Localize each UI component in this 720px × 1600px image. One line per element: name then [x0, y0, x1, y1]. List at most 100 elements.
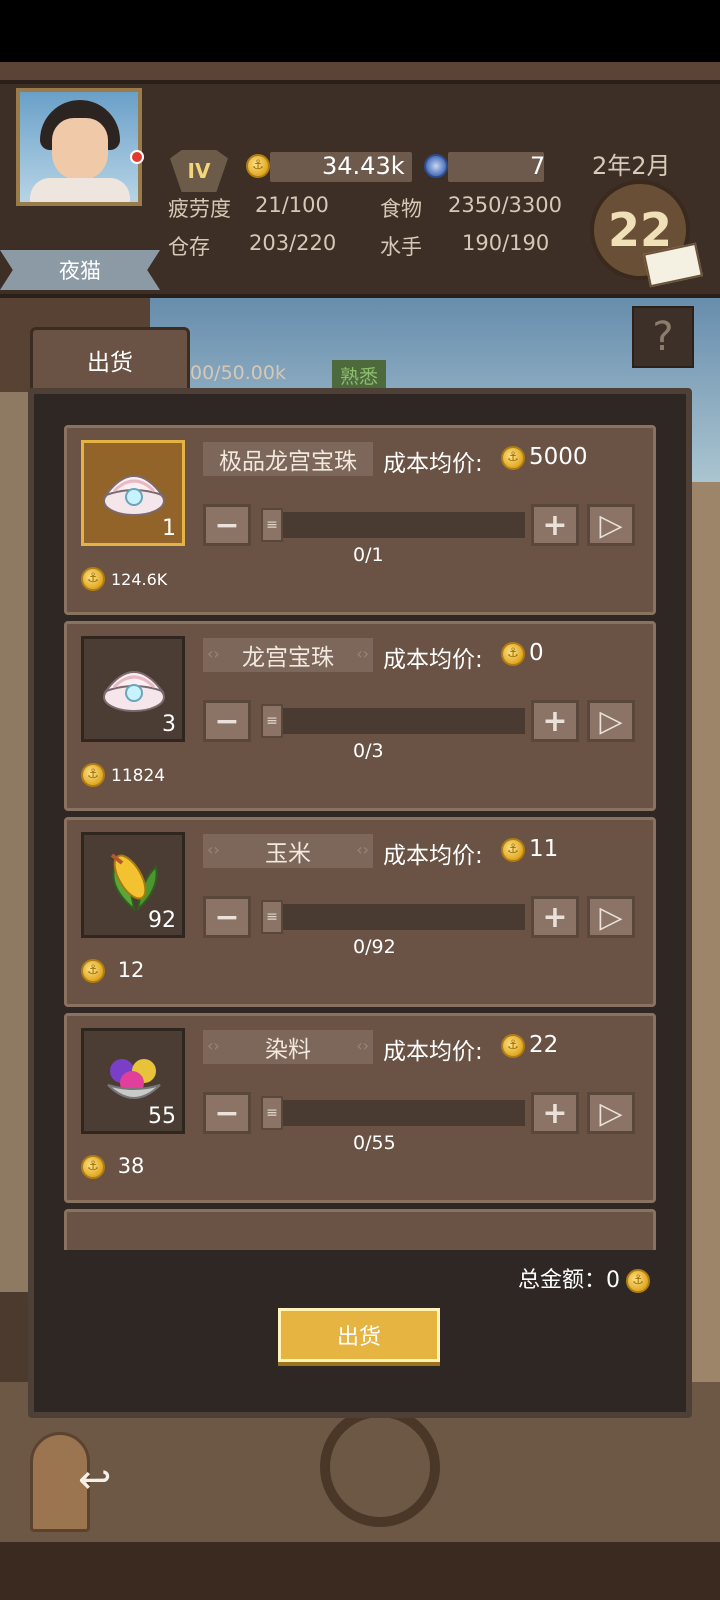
quantity-slider[interactable]	[261, 708, 525, 734]
item-slot[interactable]: 3	[81, 636, 185, 742]
avg-cost-label: 成本均价:	[383, 647, 483, 673]
item-slot[interactable]: 55	[81, 1028, 185, 1134]
avg-cost-label: 成本均价:	[383, 1039, 483, 1065]
fatigue-label: 疲劳度	[168, 197, 231, 221]
selected-count: 0/3	[353, 740, 384, 762]
quantity-slider[interactable]	[261, 512, 525, 538]
slider-handle[interactable]: ≡	[261, 508, 283, 542]
item-qty: 92	[148, 908, 176, 933]
coin-icon	[81, 763, 105, 787]
item-price: 124.6K	[81, 566, 167, 591]
slider-handle[interactable]: ≡	[261, 900, 283, 934]
item-price-value: 124.6K	[111, 570, 168, 589]
item-list[interactable]: 1 124.6K 极品龙宫宝珠 成本均价: 5000 − ≡ + ▷ 0/1 3…	[64, 425, 656, 1250]
avg-cost-label: 成本均价:	[383, 451, 483, 477]
gem-icon	[424, 154, 448, 178]
max-button[interactable]: ▷	[587, 1092, 635, 1134]
decrease-button[interactable]: −	[203, 504, 251, 546]
coin-icon	[501, 445, 525, 470]
increase-button[interactable]: +	[531, 504, 579, 546]
item-name: 极品龙宫宝珠	[203, 442, 373, 476]
shell-pearl-icon	[103, 671, 165, 712]
item-qty: 3	[162, 712, 176, 737]
item-name: ‹› 龙宫宝珠 ‹›	[203, 638, 373, 672]
increase-button[interactable]: +	[531, 1092, 579, 1134]
help-button[interactable]: ?	[632, 306, 694, 368]
coin-icon	[81, 1155, 105, 1179]
storage-value: 203/220	[249, 231, 337, 255]
item-name: ‹› 玉米 ‹›	[203, 834, 373, 868]
item-name-text: 玉米	[265, 841, 311, 867]
item-slot[interactable]: 92	[81, 832, 185, 938]
avatar[interactable]	[16, 88, 142, 206]
avg-cost-number: 22	[529, 1032, 559, 1058]
coin-icon	[501, 1033, 525, 1058]
dye-icon	[107, 1059, 161, 1099]
list-item: 1 124.6K 极品龙宫宝珠 成本均价: 5000 − ≡ + ▷ 0/1	[64, 425, 656, 615]
list-item: 3 11824 ‹›龙宫宝珠‹› 成本均价: 0 − ≡ + ▷ 0/3	[64, 621, 656, 811]
item-qty: 55	[148, 1104, 176, 1129]
item-price-value: 11824	[111, 766, 166, 786]
decrease-button[interactable]: −	[203, 1092, 251, 1134]
selected-count: 0/1	[353, 544, 384, 566]
increase-button[interactable]: +	[531, 896, 579, 938]
item-name-text: 极品龙宫宝珠	[219, 449, 357, 475]
fatigue-value: 21/100	[255, 193, 329, 217]
ship-wheel-decor	[320, 1407, 440, 1527]
slider-handle[interactable]: ≡	[261, 704, 283, 738]
max-button[interactable]: ▷	[587, 504, 635, 546]
item-slot[interactable]: 1	[81, 440, 185, 546]
list-item: 55 38 ‹›染料‹› 成本均价: 22 − ≡ + ▷ 0/55	[64, 1013, 656, 1203]
coin-icon	[81, 567, 105, 591]
list-item	[64, 1209, 656, 1250]
item-price-value: 12	[117, 958, 145, 982]
shell-pearl-icon	[103, 475, 165, 516]
max-button[interactable]: ▷	[587, 896, 635, 938]
game-date: 2年2月	[592, 152, 671, 180]
total-value: 0	[606, 1268, 621, 1293]
familiarity-badge: 熟悉	[332, 360, 387, 391]
avg-cost-value: 5000	[501, 444, 588, 470]
max-button[interactable]: ▷	[587, 700, 635, 742]
item-name: ‹› 染料 ‹›	[203, 1030, 373, 1064]
total-label: 总金额：	[518, 1268, 607, 1293]
increase-button[interactable]: +	[531, 700, 579, 742]
gem-amount: 7	[530, 152, 546, 180]
bottom-bar	[0, 1542, 720, 1600]
coin-icon	[626, 1269, 651, 1293]
quantity-slider[interactable]	[261, 1100, 525, 1126]
item-price: 38	[81, 1154, 144, 1179]
selected-count: 0/92	[353, 936, 396, 958]
corn-icon	[110, 853, 158, 912]
item-qty: 1	[162, 516, 176, 541]
avg-cost-number: 5000	[529, 444, 588, 470]
sell-button[interactable]: 出货	[278, 1308, 440, 1362]
tab-sell[interactable]: 出货	[30, 327, 190, 389]
item-name-text: 染料	[265, 1037, 311, 1063]
avg-cost-value: 22	[501, 1032, 558, 1058]
decrease-button[interactable]: −	[203, 700, 251, 742]
food-value: 2350/3300	[448, 193, 562, 217]
food-label: 食物	[380, 197, 422, 221]
slider-handle[interactable]: ≡	[261, 1096, 283, 1130]
avg-cost-value: 0	[501, 640, 544, 666]
avg-cost-number: 0	[529, 640, 544, 666]
avg-cost-number: 11	[529, 836, 559, 862]
list-item: 92 12 ‹›玉米‹› 成本均价: 11 − ≡ + ▷ 0/92	[64, 817, 656, 1007]
coin-icon	[501, 641, 525, 666]
total-amount: 总金额：0	[518, 1262, 651, 1294]
item-name-text: 龙宫宝珠	[242, 645, 334, 671]
back-arrow-icon[interactable]: ↩	[78, 1457, 112, 1503]
notification-dot	[130, 150, 144, 164]
decrease-button[interactable]: −	[203, 896, 251, 938]
storage-label: 仓存	[168, 235, 210, 259]
reputation-progress: 00/50.00k	[190, 362, 286, 384]
item-price: 11824	[81, 762, 165, 787]
item-price: 12	[81, 958, 144, 983]
coin-icon	[501, 837, 525, 862]
item-price-value: 38	[117, 1154, 145, 1178]
quantity-slider[interactable]	[261, 904, 525, 930]
gold-amount: 34.43k	[322, 152, 405, 180]
player-name: 夜猫	[0, 250, 160, 290]
gold-coin-icon	[246, 154, 270, 178]
